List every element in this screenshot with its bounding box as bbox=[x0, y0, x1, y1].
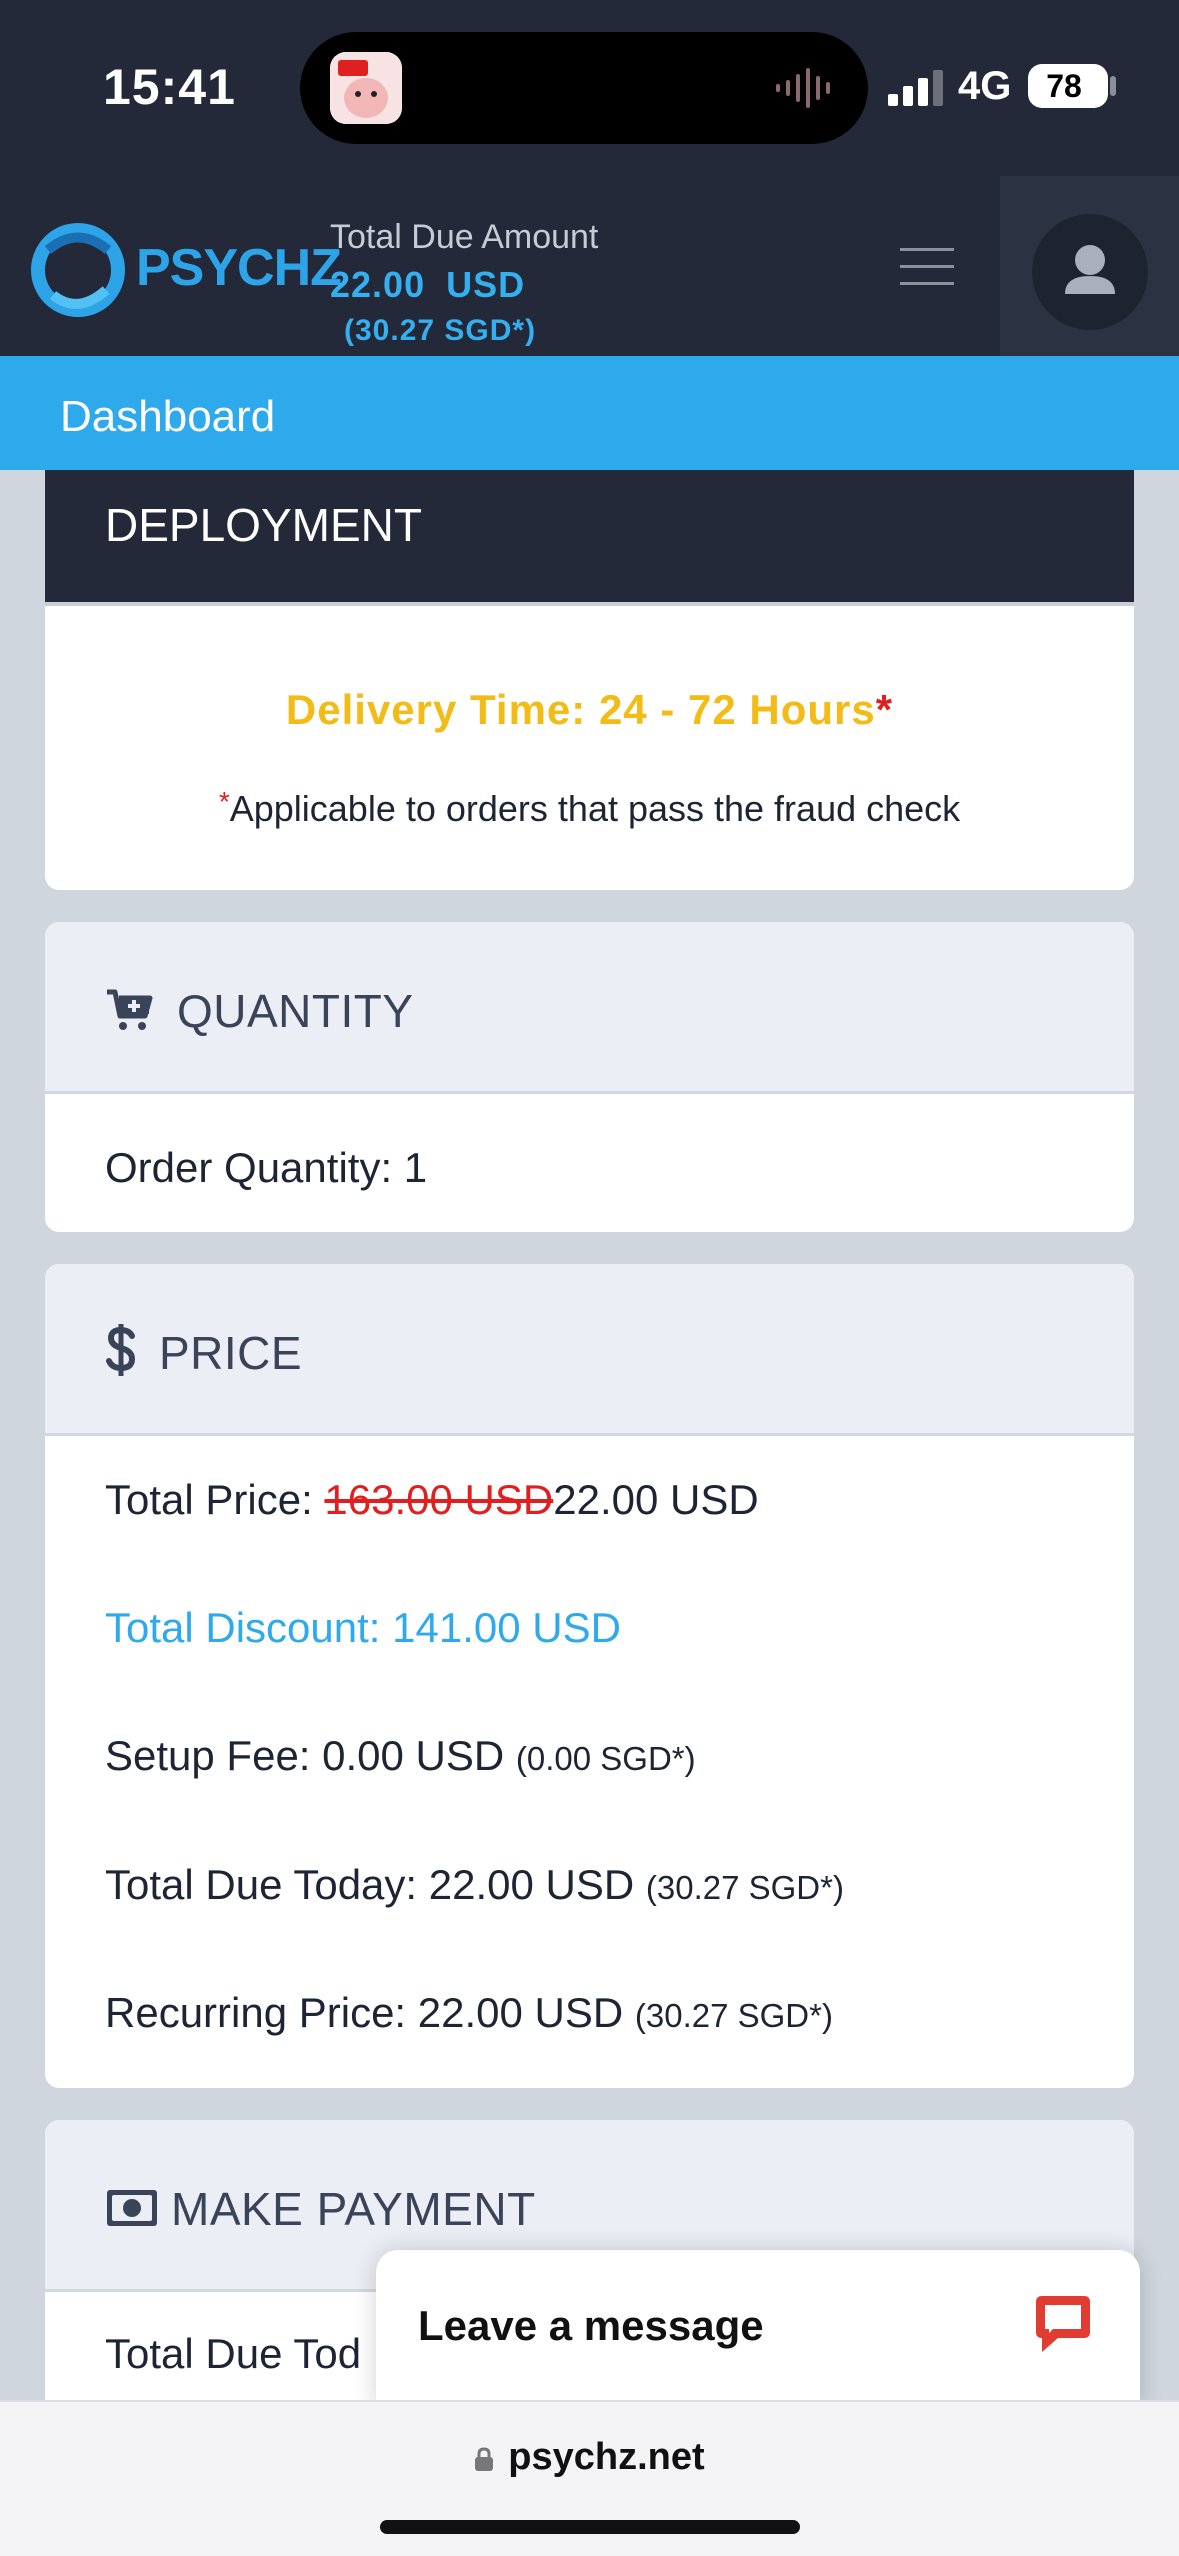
current-price: 22.00 USD bbox=[553, 1476, 759, 1523]
user-account-button[interactable] bbox=[1032, 214, 1148, 330]
live-activity-app-icon[interactable] bbox=[330, 52, 402, 124]
hamburger-menu-button[interactable] bbox=[900, 248, 954, 288]
psychz-logo-icon[interactable] bbox=[28, 220, 128, 320]
total-price-label: Total Price: bbox=[105, 1476, 325, 1523]
quantity-header: QUANTITY bbox=[45, 922, 1134, 1094]
battery-icon: 78 bbox=[1028, 64, 1108, 108]
total-due-amount: 22.00 USD bbox=[330, 264, 526, 305]
deployment-title: DEPLOYMENT bbox=[105, 499, 422, 551]
user-icon bbox=[1065, 245, 1115, 294]
top-navbar: PSYCHZ Total Due Amount 22.00 USD (30.27… bbox=[0, 176, 1179, 356]
signal-icon bbox=[888, 70, 943, 106]
recurring-price: Recurring Price: 22.00 USD (30.27 SGD*) bbox=[105, 1989, 833, 2037]
deployment-card: DEPLOYMENT Delivery Time: 24 - 72 Hours*… bbox=[45, 470, 1134, 890]
fraud-check-note: *Applicable to orders that pass the frau… bbox=[45, 786, 1134, 830]
hamburger-icon-line bbox=[900, 265, 954, 268]
dashboard-bar: Dashboard bbox=[0, 356, 1179, 470]
delivery-asterisk: * bbox=[875, 686, 894, 733]
status-bar: 15:41 4G 78 bbox=[0, 0, 1179, 176]
delivery-time-text: Delivery Time: 24 - 72 Hours bbox=[285, 686, 876, 733]
money-bill-icon bbox=[107, 2190, 157, 2226]
network-type: 4G bbox=[958, 64, 1012, 108]
status-time: 15:41 bbox=[103, 59, 236, 115]
total-due-label: Total Due Amount bbox=[330, 218, 599, 256]
total-due-today-sgd: (30.27 SGD*) bbox=[645, 1869, 844, 1906]
total-due-sgd: (30.27 SGD*) bbox=[344, 314, 537, 347]
home-indicator[interactable] bbox=[380, 2520, 800, 2534]
url-text: psychz.net bbox=[508, 2436, 705, 2478]
browser-address-bar[interactable]: psychz.net bbox=[0, 2400, 1179, 2556]
make-payment-title: MAKE PAYMENT bbox=[171, 2183, 536, 2235]
original-price: 163.00 USD bbox=[324, 1476, 554, 1523]
deployment-header: DEPLOYMENT bbox=[45, 470, 1134, 606]
battery-cap bbox=[1110, 76, 1116, 96]
setup-fee: Setup Fee: 0.00 USD (0.00 SGD*) bbox=[105, 1732, 696, 1780]
delivery-time: Delivery Time: 24 - 72 Hours* bbox=[45, 686, 1134, 734]
dashboard-link[interactable]: Dashboard bbox=[60, 392, 275, 442]
recurring-price-sgd: (30.27 SGD*) bbox=[634, 1997, 833, 2034]
leave-message-widget[interactable]: Leave a message bbox=[376, 2250, 1140, 2410]
total-due-today-usd: Total Due Today: 22.00 USD bbox=[105, 1861, 635, 1908]
cart-plus-icon bbox=[107, 989, 153, 1030]
chat-bubble-icon bbox=[1036, 2296, 1090, 2352]
leave-message-label: Leave a message bbox=[418, 2302, 764, 2349]
quantity-card: QUANTITY Order Quantity: 1 bbox=[45, 922, 1134, 1232]
recurring-price-usd: Recurring Price: 22.00 USD bbox=[105, 1989, 624, 2036]
dynamic-island[interactable] bbox=[300, 32, 868, 144]
user-pane bbox=[1000, 176, 1179, 356]
note-asterisk: * bbox=[218, 786, 230, 817]
quantity-title: QUANTITY bbox=[177, 985, 414, 1037]
dollar-icon bbox=[106, 1324, 136, 1376]
audio-wave-icon bbox=[776, 68, 830, 108]
hamburger-icon-line bbox=[900, 282, 954, 285]
setup-fee-usd: Setup Fee: 0.00 USD bbox=[105, 1732, 505, 1779]
total-due-today: Total Due Today: 22.00 USD (30.27 SGD*) bbox=[105, 1861, 844, 1909]
total-price: Total Price: 163.00 USD22.00 USD bbox=[105, 1476, 759, 1524]
address-display[interactable]: psychz.net bbox=[0, 2436, 1179, 2479]
fraud-check-text: Applicable to orders that pass the fraud… bbox=[229, 788, 961, 829]
hamburger-icon bbox=[900, 248, 954, 251]
order-quantity: Order Quantity: 1 bbox=[105, 1144, 428, 1191]
price-title: PRICE bbox=[159, 1327, 303, 1379]
total-discount: Total Discount: 141.00 USD bbox=[105, 1604, 621, 1651]
battery-level: 78 bbox=[1046, 68, 1082, 104]
setup-fee-sgd: (0.00 SGD*) bbox=[515, 1740, 696, 1777]
price-card: PRICE Total Price: 163.00 USD22.00 USD T… bbox=[45, 1264, 1134, 2088]
payment-total-due: Total Due Tod bbox=[105, 2330, 362, 2377]
price-header: PRICE bbox=[45, 1264, 1134, 1436]
brand-name[interactable]: PSYCHZ bbox=[136, 238, 342, 298]
lock-icon bbox=[475, 2447, 494, 2471]
